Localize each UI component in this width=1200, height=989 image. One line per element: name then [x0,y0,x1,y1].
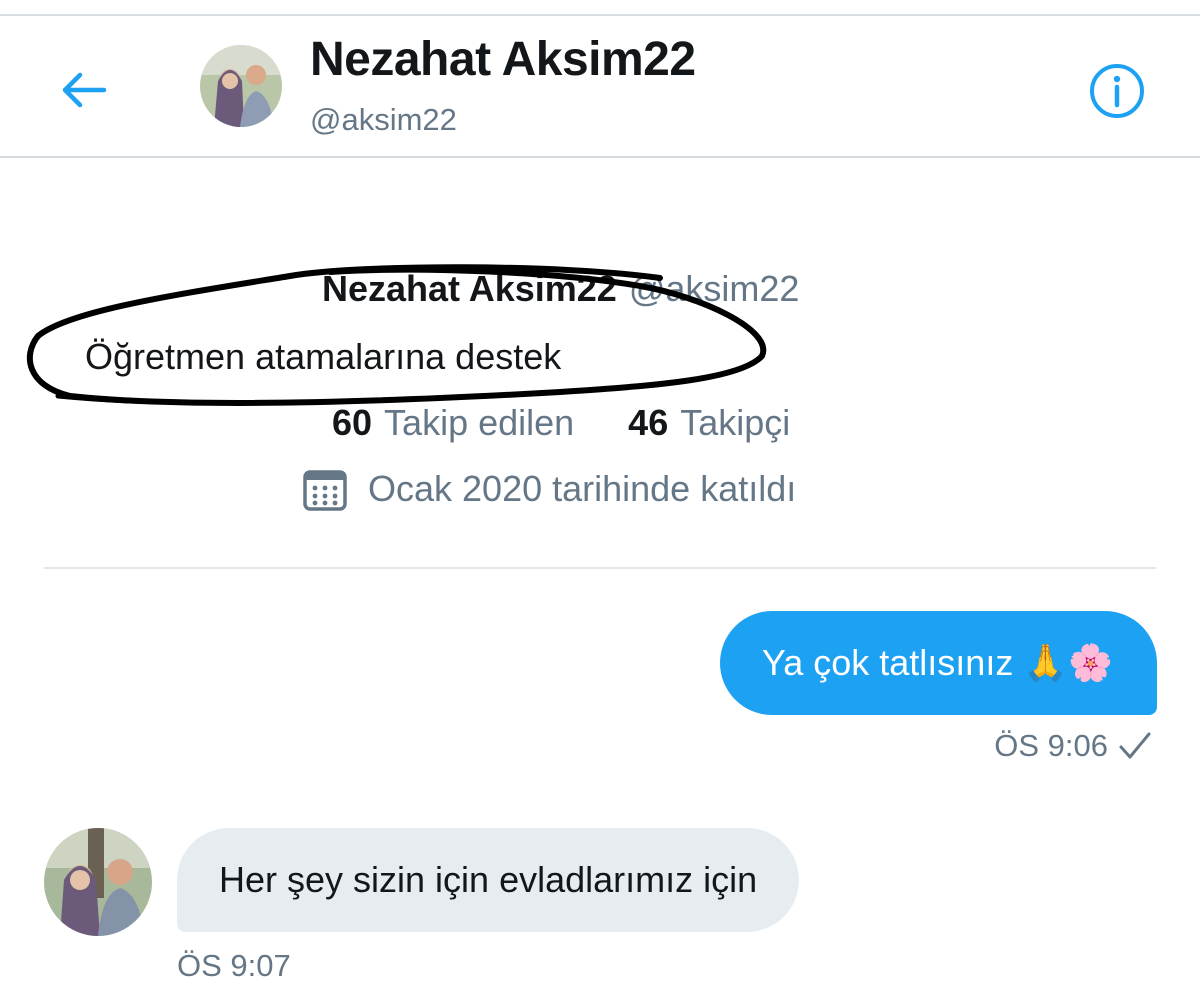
info-button[interactable] [1086,60,1148,122]
outgoing-message-emoji: 🙏🌸 [1023,642,1113,683]
following-stat[interactable]: 60 Takip edilen [332,402,574,444]
profile-name: Nezahat Aksim22 [322,268,617,309]
profile-handle: @aksim22 [628,268,800,309]
info-circle-icon [1090,64,1144,118]
back-button[interactable] [52,60,116,120]
arrow-left-icon [62,72,107,108]
incoming-message-text: Her şey sizin için evladlarımız için [219,859,758,900]
header-name: Nezahat Aksim22 [310,33,696,86]
outgoing-message-text: Ya çok tatlısınız [761,642,1014,683]
calendar-icon [303,470,347,511]
header-avatar[interactable] [200,45,282,127]
incoming-message-avatar[interactable] [44,828,152,936]
outgoing-message-bubble[interactable]: Ya çok tatlısınız 🙏🌸 [719,611,1157,715]
divider [44,567,1156,569]
joined-date-row: Ocak 2020 tarihinde katıldı [302,466,796,512]
outgoing-message-time: ÖS 9:06 [994,728,1108,763]
profile-card: Nezahat Aksim22 @aksim22 Öğretmen atamala… [0,160,1200,570]
joined-date: Ocak 2020 tarihinde katıldı [368,468,797,509]
browser-top-strip [0,0,1200,16]
followers-label: Takipçi [680,402,791,443]
followers-stat[interactable]: 46 Takipçi [628,402,790,444]
incoming-message-time: ÖS 9:07 [177,948,291,983]
incoming-message-bubble[interactable]: Her şey sizin için evladlarımız için [177,828,800,932]
following-count: 60 [332,402,373,443]
checkmark-icon [1119,732,1151,759]
profile-name-row[interactable]: Nezahat Aksim22 @aksim22 [322,268,799,310]
header-handle: @aksim22 [310,102,457,137]
profile-bio: Öğretmen atamalarına destek [85,336,562,377]
followers-count: 46 [628,402,669,443]
outgoing-message-meta: ÖS 9:06 [994,728,1152,764]
conversation-header: Nezahat Aksim22 @aksim22 [0,18,1200,158]
following-label: Takip edilen [384,402,575,443]
follow-stats: 60 Takip edilen 46 Takipçi [332,402,790,444]
